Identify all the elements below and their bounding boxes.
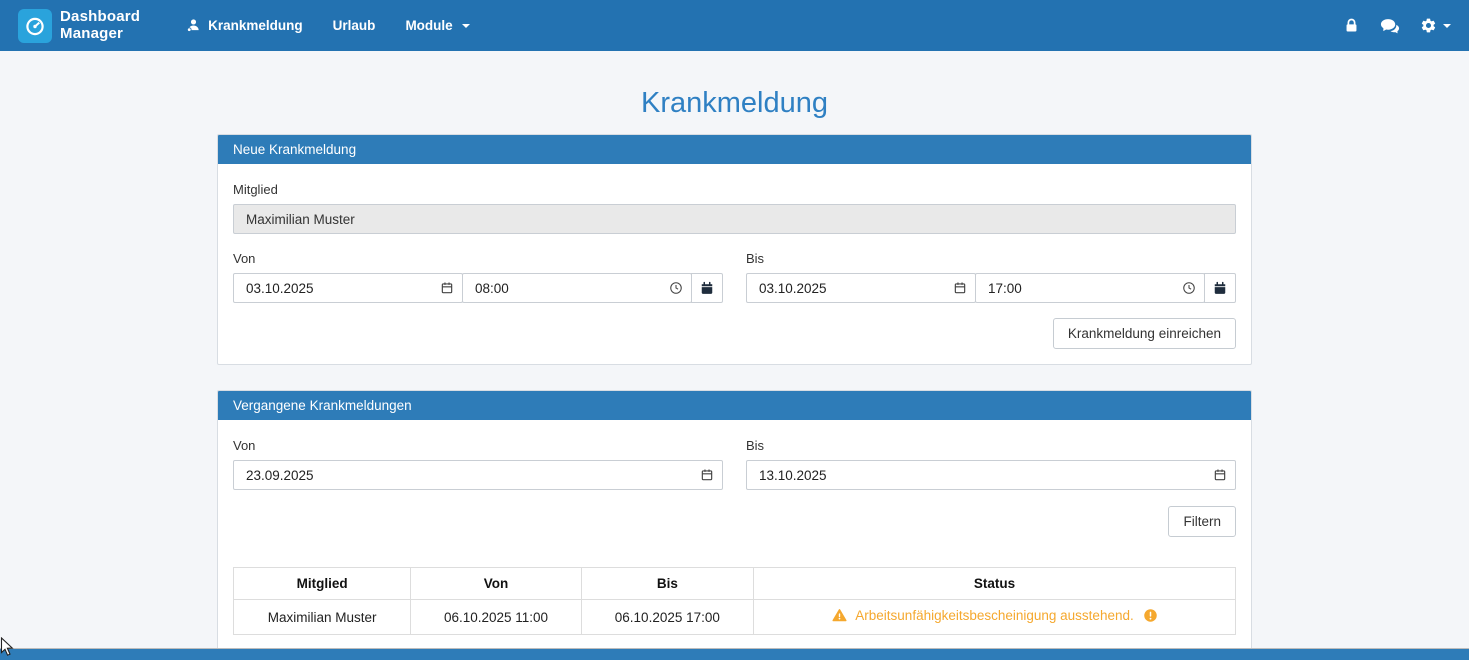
calendar-outline-icon[interactable] bbox=[1213, 468, 1227, 482]
to-label: Bis bbox=[746, 251, 1236, 266]
cell-status: Arbeitsunfähigkeitsbescheinigung aussteh… bbox=[754, 600, 1236, 635]
table-header-status: Status bbox=[754, 568, 1236, 600]
from-label: Von bbox=[233, 251, 723, 266]
cell-from: 06.10.2025 11:00 bbox=[411, 600, 581, 635]
cell-member: Maximilian Muster bbox=[234, 600, 411, 635]
filter-from-date-input[interactable] bbox=[233, 460, 723, 490]
table-header-von: Von bbox=[411, 568, 581, 600]
nav-item-krankmeldung[interactable]: Krankmeldung bbox=[186, 18, 303, 33]
calendar-solid-icon bbox=[1213, 281, 1227, 295]
filter-to-label: Bis bbox=[746, 438, 1236, 453]
warning-triangle-icon bbox=[832, 611, 851, 626]
table-header-mitglied: Mitglied bbox=[234, 568, 411, 600]
gauge-icon bbox=[18, 9, 52, 43]
filter-button[interactable]: Filtern bbox=[1168, 506, 1236, 537]
lock-icon bbox=[1343, 17, 1360, 34]
past-sick-notes-panel: Vergangene Krankmeldungen Von bbox=[217, 390, 1252, 660]
clock-icon[interactable] bbox=[669, 281, 683, 295]
lock-button[interactable] bbox=[1343, 17, 1360, 34]
chevron-down-icon bbox=[462, 24, 470, 28]
nav-label-module: Module bbox=[405, 18, 452, 33]
brand-logo[interactable]: Dashboard Manager bbox=[18, 9, 140, 43]
nav-label-urlaub: Urlaub bbox=[333, 18, 376, 33]
nav-item-module[interactable]: Module bbox=[405, 18, 469, 33]
member-input bbox=[233, 204, 1236, 234]
table-row: Maximilian Muster 06.10.2025 11:00 06.10… bbox=[234, 600, 1236, 635]
chevron-down-icon bbox=[1443, 24, 1451, 28]
from-calendar-button[interactable] bbox=[691, 273, 723, 303]
from-time-input[interactable] bbox=[462, 273, 692, 303]
gear-icon bbox=[1420, 17, 1437, 34]
cell-to: 06.10.2025 17:00 bbox=[581, 600, 753, 635]
calendar-solid-icon bbox=[700, 281, 714, 295]
calendar-outline-icon[interactable] bbox=[440, 281, 454, 295]
messages-button[interactable] bbox=[1380, 17, 1400, 35]
navbar-actions bbox=[1343, 17, 1451, 35]
settings-menu-button[interactable] bbox=[1420, 17, 1451, 34]
to-calendar-button[interactable] bbox=[1204, 273, 1236, 303]
brand-line1: Dashboard bbox=[60, 9, 140, 26]
nav-menu: Krankmeldung Urlaub Module bbox=[186, 18, 470, 33]
brand-line2: Manager bbox=[60, 26, 140, 43]
table-header-bis: Bis bbox=[581, 568, 753, 600]
page-title: Krankmeldung bbox=[0, 87, 1469, 120]
calendar-outline-icon[interactable] bbox=[700, 468, 714, 482]
filter-from-label: Von bbox=[233, 438, 723, 453]
nav-label-krankmeldung: Krankmeldung bbox=[208, 18, 303, 33]
past-sick-notes-header: Vergangene Krankmeldungen bbox=[218, 391, 1251, 420]
member-label: Mitglied bbox=[233, 182, 1236, 197]
filter-to-date-input[interactable] bbox=[746, 460, 1236, 490]
to-time-input[interactable] bbox=[975, 273, 1205, 303]
new-sick-note-panel: Neue Krankmeldung Mitglied Von bbox=[217, 134, 1252, 365]
exclamation-circle-icon[interactable] bbox=[1139, 611, 1158, 626]
user-icon bbox=[186, 18, 201, 33]
sick-notes-table: Mitglied Von Bis Status Maximilian Muste… bbox=[233, 567, 1236, 635]
calendar-outline-icon[interactable] bbox=[953, 281, 967, 295]
to-date-input[interactable] bbox=[746, 273, 976, 303]
comments-icon bbox=[1380, 17, 1400, 35]
new-sick-note-header: Neue Krankmeldung bbox=[218, 135, 1251, 164]
status-text: Arbeitsunfähigkeitsbescheinigung aussteh… bbox=[855, 608, 1133, 623]
brand-title: Dashboard Manager bbox=[60, 9, 140, 43]
bottom-bar bbox=[0, 648, 1469, 660]
nav-item-urlaub[interactable]: Urlaub bbox=[333, 18, 376, 33]
cursor-icon bbox=[0, 637, 15, 660]
table-header-row: Mitglied Von Bis Status bbox=[234, 568, 1236, 600]
clock-icon[interactable] bbox=[1182, 281, 1196, 295]
submit-sick-note-button[interactable]: Krankmeldung einreichen bbox=[1053, 318, 1236, 349]
from-date-input[interactable] bbox=[233, 273, 463, 303]
top-navbar: Dashboard Manager Krankmeldung Urlaub Mo… bbox=[0, 0, 1469, 51]
